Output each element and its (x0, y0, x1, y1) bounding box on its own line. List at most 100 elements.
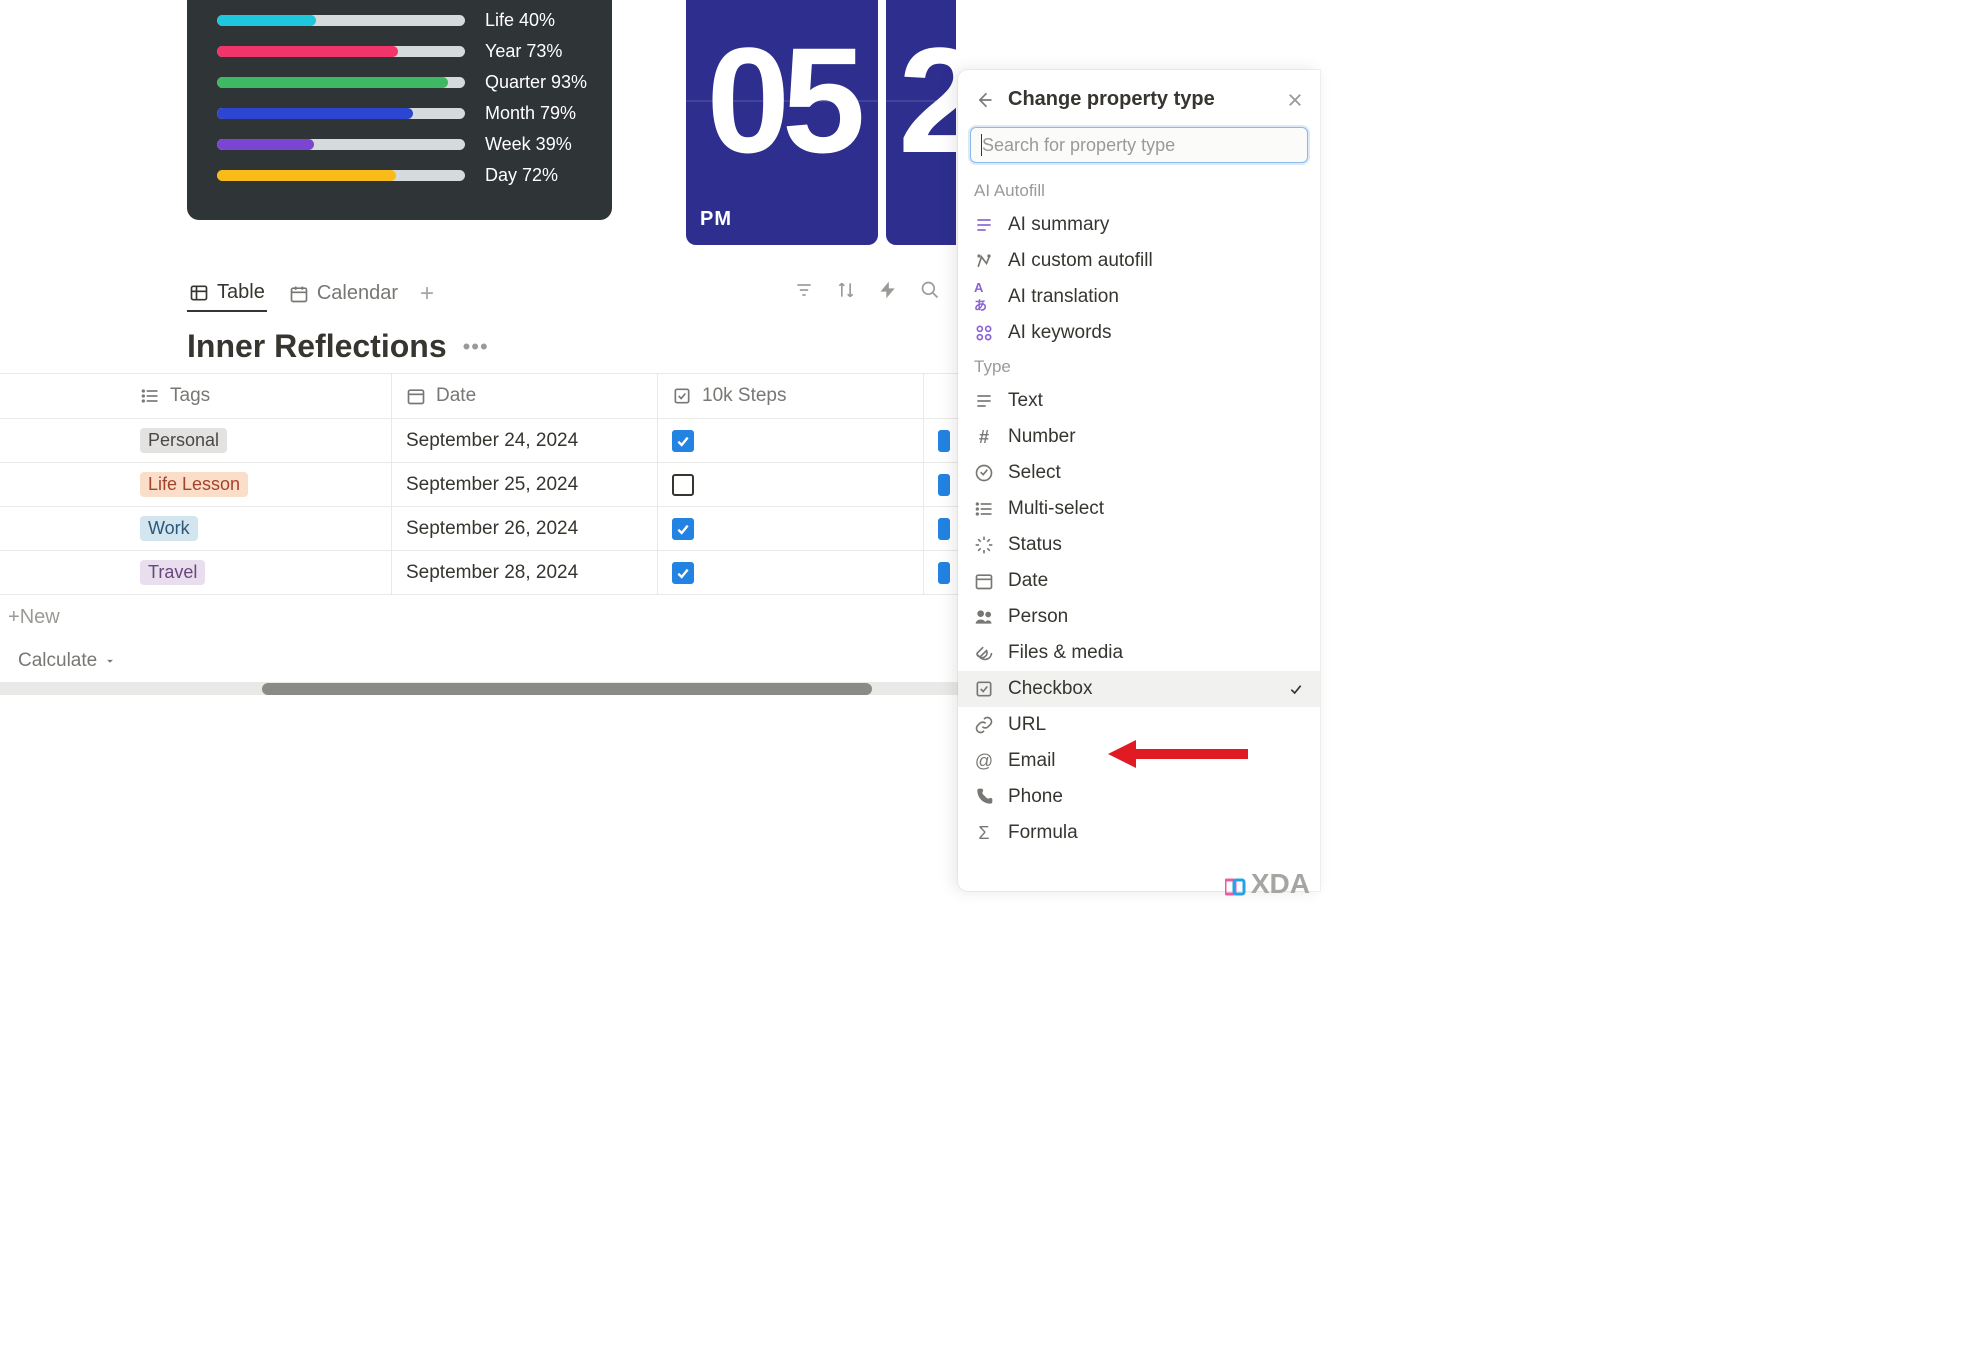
property-type-label: URL (1008, 714, 1046, 736)
checkbox-partial[interactable] (938, 562, 950, 584)
checkbox-icon (974, 679, 994, 699)
automation-icon[interactable] (878, 280, 898, 300)
property-type-url[interactable]: URL (958, 707, 1320, 743)
property-type-date[interactable]: Date (958, 563, 1320, 599)
property-type-label: AI summary (1008, 214, 1109, 236)
column-header-tags[interactable]: Tags (0, 385, 391, 407)
property-type-phone[interactable]: Phone (958, 779, 1320, 815)
date-value: September 28, 2024 (406, 562, 578, 584)
property-type-panel: Change property type Search for property… (958, 70, 1320, 891)
progress-row: Day 72% (217, 165, 587, 186)
property-type-label: Checkbox (1008, 678, 1093, 700)
ai-custom-icon (974, 251, 994, 271)
text-icon (974, 391, 994, 411)
date-value: September 24, 2024 (406, 430, 578, 452)
property-type-ai-keywords[interactable]: AI keywords (958, 315, 1320, 351)
checkbox-partial[interactable] (938, 474, 950, 496)
search-icon[interactable] (920, 280, 940, 300)
section-type: Type (958, 351, 1320, 383)
property-type-ai-custom-autofill[interactable]: AI custom autofill (958, 243, 1320, 279)
checkbox-icon (672, 386, 692, 406)
tab-table[interactable]: Table (187, 275, 267, 312)
back-button[interactable] (974, 90, 994, 110)
progress-row: Month 79% (217, 103, 587, 124)
more-options-button[interactable]: ••• (463, 334, 489, 360)
flip-clock-hour: 05 PM (686, 0, 878, 245)
progress-widget: Life 40% Year 73% Quarter 93% Month 79% Week… (187, 0, 612, 220)
page-title: Inner Reflections (187, 328, 447, 365)
property-type-email[interactable]: @Email (958, 743, 1320, 779)
select-icon (974, 463, 994, 483)
progress-row: Week 39% (217, 134, 587, 155)
progress-bar (217, 46, 465, 57)
flip-clock: 05 PM 2 (686, 0, 956, 245)
watermark: XDA (1225, 868, 1310, 900)
filter-icon[interactable] (794, 280, 814, 300)
table-icon (189, 283, 209, 303)
checkbox-checked[interactable] (672, 430, 694, 452)
progress-bar (217, 15, 465, 26)
property-type-label: Number (1008, 426, 1076, 448)
property-type-text[interactable]: Text (958, 383, 1320, 419)
property-type-ai-translation[interactable]: AあAI translation (958, 279, 1320, 315)
tab-calendar[interactable]: Calendar (287, 276, 400, 311)
calendar-icon (289, 284, 309, 304)
tag-chip[interactable]: Travel (140, 560, 205, 585)
property-type-person[interactable]: Person (958, 599, 1320, 635)
progress-bar (217, 139, 465, 150)
horizontal-scrollbar-thumb[interactable] (262, 683, 872, 695)
multi-icon (974, 499, 994, 519)
flip-clock-ampm: PM (700, 208, 732, 231)
property-type-files-media[interactable]: Files & media (958, 635, 1320, 671)
property-type-label: Status (1008, 534, 1062, 556)
tag-chip[interactable]: Work (140, 516, 198, 541)
progress-bar (217, 77, 465, 88)
toolbar-right (794, 280, 940, 300)
property-type-status[interactable]: Status (958, 527, 1320, 563)
add-view-button[interactable]: + (420, 280, 434, 308)
property-type-label: Phone (1008, 786, 1063, 808)
progress-label: Quarter 93% (485, 72, 587, 93)
chevron-down-icon (103, 654, 117, 668)
progress-bar (217, 170, 465, 181)
property-type-ai-summary[interactable]: AI summary (958, 207, 1320, 243)
tag-chip[interactable]: Life Lesson (140, 472, 248, 497)
calendar-icon (406, 386, 426, 406)
property-type-label: Date (1008, 570, 1048, 592)
progress-label: Year 73% (485, 41, 562, 62)
checkbox-checked[interactable] (672, 518, 694, 540)
email-icon: @ (974, 751, 994, 771)
close-button[interactable] (1286, 91, 1304, 109)
formula-icon: Σ (974, 823, 994, 843)
sort-icon[interactable] (836, 280, 856, 300)
section-ai-autofill: AI Autofill (958, 175, 1320, 207)
property-type-number[interactable]: #Number (958, 419, 1320, 455)
property-type-formula[interactable]: ΣFormula (958, 815, 1320, 851)
property-type-label: AI translation (1008, 286, 1119, 308)
property-type-multi-select[interactable]: Multi-select (958, 491, 1320, 527)
column-header-steps[interactable]: 10k Steps (657, 374, 923, 418)
date-value: September 25, 2024 (406, 474, 578, 496)
column-header-date[interactable]: Date (391, 374, 657, 418)
progress-label: Week 39% (485, 134, 572, 155)
date-value: September 26, 2024 (406, 518, 578, 540)
property-type-search[interactable]: Search for property type (970, 127, 1308, 163)
property-type-select[interactable]: Select (958, 455, 1320, 491)
checkbox-checked[interactable] (672, 562, 694, 584)
checkbox-partial[interactable] (938, 430, 950, 452)
url-icon (974, 715, 994, 735)
phone-icon (974, 787, 994, 807)
progress-row: Life 40% (217, 10, 587, 31)
tag-chip[interactable]: Personal (140, 428, 227, 453)
property-type-label: AI keywords (1008, 322, 1111, 344)
property-type-label: Text (1008, 390, 1043, 412)
property-type-label: Select (1008, 462, 1061, 484)
checkbox-unchecked[interactable] (672, 474, 694, 496)
property-type-label: Person (1008, 606, 1068, 628)
status-icon (974, 535, 994, 555)
files-icon (974, 643, 994, 663)
ai-keywords-icon (974, 323, 994, 343)
view-tabs: Table Calendar + (187, 275, 434, 312)
property-type-checkbox[interactable]: Checkbox (958, 671, 1320, 707)
checkbox-partial[interactable] (938, 518, 950, 540)
